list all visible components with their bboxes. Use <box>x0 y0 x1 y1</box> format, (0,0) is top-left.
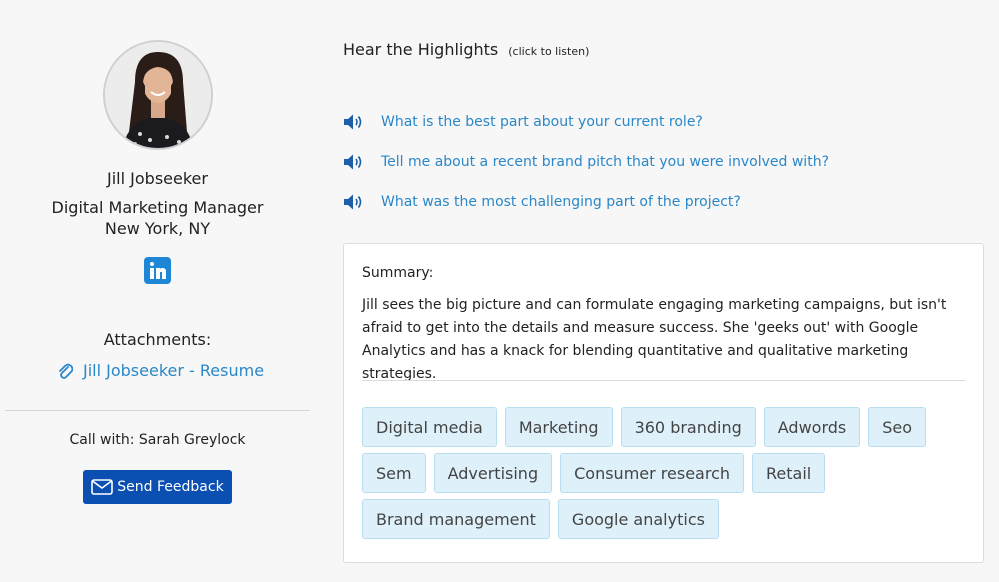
avatar-portrait <box>105 42 211 148</box>
highlight-question-1[interactable]: What is the best part about your current… <box>343 111 703 133</box>
highlight-question-text: Tell me about a recent brand pitch that … <box>381 154 829 170</box>
summary-text: Jill sees the big picture and can formul… <box>362 297 947 382</box>
paperclip-icon <box>59 363 73 379</box>
highlight-question-2[interactable]: Tell me about a recent brand pitch that … <box>343 151 829 173</box>
highlights-heading: Hear the Highlights (click to listen) <box>343 40 589 59</box>
highlight-question-text: What is the best part about your current… <box>381 114 703 130</box>
highlight-question-3[interactable]: What was the most challenging part of th… <box>343 191 741 213</box>
skill-tag: Advertising <box>433 453 553 493</box>
resume-link-label: Jill Jobseeker - Resume <box>83 361 265 380</box>
summary-card: Summary: Jill sees the big picture and c… <box>343 243 984 563</box>
skill-tag: Google analytics <box>557 499 719 539</box>
attachments-label: Attachments: <box>103 330 212 349</box>
resume-link[interactable]: Jill Jobseeker - Resume <box>57 361 264 380</box>
skill-tag: Brand management <box>362 499 550 539</box>
profile-divider <box>5 410 310 411</box>
skill-tags: Digital media Marketing 360 branding Adw… <box>362 407 972 539</box>
speaker-icon <box>344 114 362 130</box>
skill-tag: Digital media <box>362 407 497 447</box>
speaker-icon <box>344 194 362 210</box>
speaker-icon <box>344 154 362 170</box>
summary-divider <box>362 380 966 381</box>
skill-tag: 360 branding <box>620 407 756 447</box>
highlights-hint: (click to listen) <box>508 45 590 58</box>
skill-tag: Consumer research <box>560 453 744 493</box>
skill-tag: Marketing <box>504 407 613 447</box>
candidate-location: New York, NY <box>104 219 211 238</box>
candidate-name: Jill Jobseeker <box>107 169 208 188</box>
call-with-text: Call with: Sarah Greylock <box>69 432 246 448</box>
highlights-title: Hear the Highlights <box>343 40 499 59</box>
avatar <box>103 40 213 150</box>
linkedin-icon[interactable] <box>144 257 171 284</box>
profile-panel: Jill Jobseeker Digital Marketing Manager… <box>5 0 310 582</box>
highlight-question-text: What was the most challenging part of th… <box>381 194 741 210</box>
envelope-icon <box>91 479 114 495</box>
skill-tag: Adwords <box>763 407 861 447</box>
skill-tag: Sem <box>362 453 426 493</box>
skill-tag: Retail <box>752 453 826 493</box>
skill-tag: Seo <box>868 407 927 447</box>
summary-label: Summary: <box>362 265 434 281</box>
send-feedback-button[interactable]: Send Feedback <box>83 470 232 504</box>
candidate-title: Digital Marketing Manager <box>51 198 264 217</box>
send-feedback-label: Send Feedback <box>117 479 224 495</box>
